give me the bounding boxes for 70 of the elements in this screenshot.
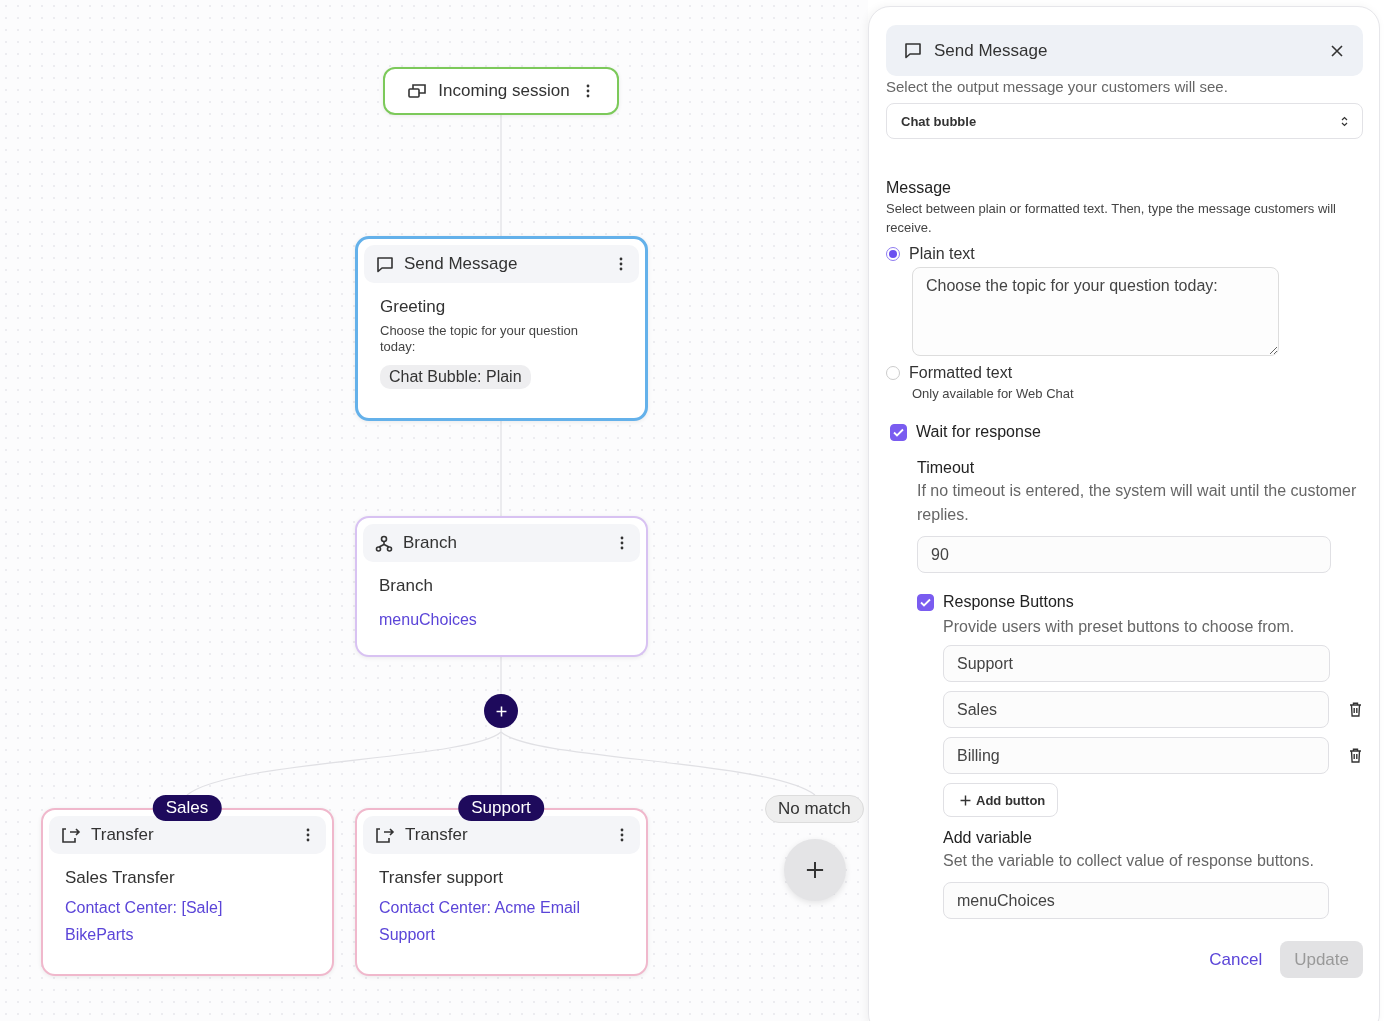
node-description: Choose the topic for your question today: [380, 323, 579, 355]
branch-label: No match [765, 795, 864, 823]
timeout-field[interactable]: 90 [917, 536, 1331, 573]
node-title: Transfer [91, 825, 155, 845]
checkbox[interactable] [917, 593, 934, 611]
checkbox-label: Response Buttons [943, 593, 1074, 611]
windows-icon [408, 83, 427, 99]
radio-button[interactable] [886, 366, 900, 380]
node-name: Sales Transfer [65, 868, 175, 888]
transfer-icon [375, 826, 395, 844]
section-heading: Message [886, 179, 952, 197]
node-title: Incoming session [438, 81, 570, 101]
more-icon[interactable] [585, 84, 590, 98]
more-icon[interactable] [620, 828, 624, 842]
node-link[interactable]: menuChoices [379, 606, 477, 633]
output-select[interactable]: Chat bubble [886, 103, 1363, 139]
section-description: Provide users with preset buttons to choose from. [943, 617, 1296, 637]
node-title: Send Message [404, 254, 519, 274]
node-title: Branch [403, 533, 458, 553]
add-step-button[interactable] [484, 694, 518, 728]
chat-bubble-icon [376, 255, 394, 273]
node-link[interactable]: Contact Center: Acme Email Support [379, 894, 609, 948]
radio-label: Plain text [909, 245, 975, 263]
flow-node[interactable]: Incoming session [383, 67, 619, 115]
message-textarea[interactable]: Choose the topic for your question today: [912, 267, 1279, 356]
node-link[interactable]: Contact Center: [Sale] BikeParts [65, 894, 295, 948]
option-note: Only available for Web Chat [912, 386, 1075, 401]
transfer-icon [61, 826, 81, 844]
response-button-field[interactable]: Billing [943, 737, 1329, 774]
checkbox-label: Wait for response [916, 423, 1041, 441]
check-icon [893, 427, 904, 437]
response-button-field[interactable]: Sales [943, 691, 1329, 728]
add-button[interactable]: Add button [943, 783, 1059, 817]
trash-icon [1349, 748, 1362, 763]
section-description: If no timeout is entered, the system will wait until the customer replies. [917, 481, 1358, 525]
response-button-field[interactable]: Support [943, 645, 1330, 682]
branch-label: Sales [152, 795, 222, 821]
node-name: Greeting [380, 297, 446, 317]
variable-field[interactable]: menuChoices [943, 882, 1329, 919]
checkbox[interactable] [890, 423, 907, 441]
branch-icon [375, 534, 393, 552]
plus-icon [495, 705, 507, 717]
node-title: Transfer [405, 825, 469, 845]
section-description: Set the variable to collect value of response buttons. [943, 851, 1315, 871]
trash-icon [1349, 702, 1362, 717]
more-icon[interactable] [619, 257, 623, 271]
more-icon[interactable] [306, 828, 310, 842]
plus-icon [806, 861, 824, 879]
radio-button[interactable] [886, 247, 900, 261]
node-tag: Chat Bubble: Plain [380, 365, 531, 389]
flow-node[interactable]: Send Message Greeting Choose the topic for your question today: Chat Bubble: Plain [355, 236, 648, 421]
section-heading: Timeout [917, 459, 976, 477]
radio-label: Formatted text [909, 364, 1013, 382]
delete-button[interactable] [1349, 702, 1362, 717]
delete-button[interactable] [1349, 748, 1362, 763]
node-name: Transfer support [379, 868, 504, 888]
flow-node[interactable]: Branch Branch menuChoices [355, 516, 648, 657]
chat-bubble-icon [904, 42, 922, 59]
more-icon[interactable] [620, 536, 624, 550]
panel-title: Send Message [934, 40, 1049, 61]
section-description: Select between plain or formatted text. Then, type the message customers will receive. [886, 200, 1337, 237]
branch-label: Support [458, 795, 544, 821]
section-heading: Add variable [943, 829, 1033, 847]
cancel-button[interactable]: Cancel [1209, 949, 1263, 970]
plus-icon [960, 794, 971, 806]
chevron-updown-icon [1341, 115, 1348, 127]
close-icon [1331, 44, 1343, 57]
node-name: Branch [379, 576, 433, 596]
intro-text: Select the output message your customers will see. [886, 78, 1229, 95]
check-icon [920, 597, 931, 607]
